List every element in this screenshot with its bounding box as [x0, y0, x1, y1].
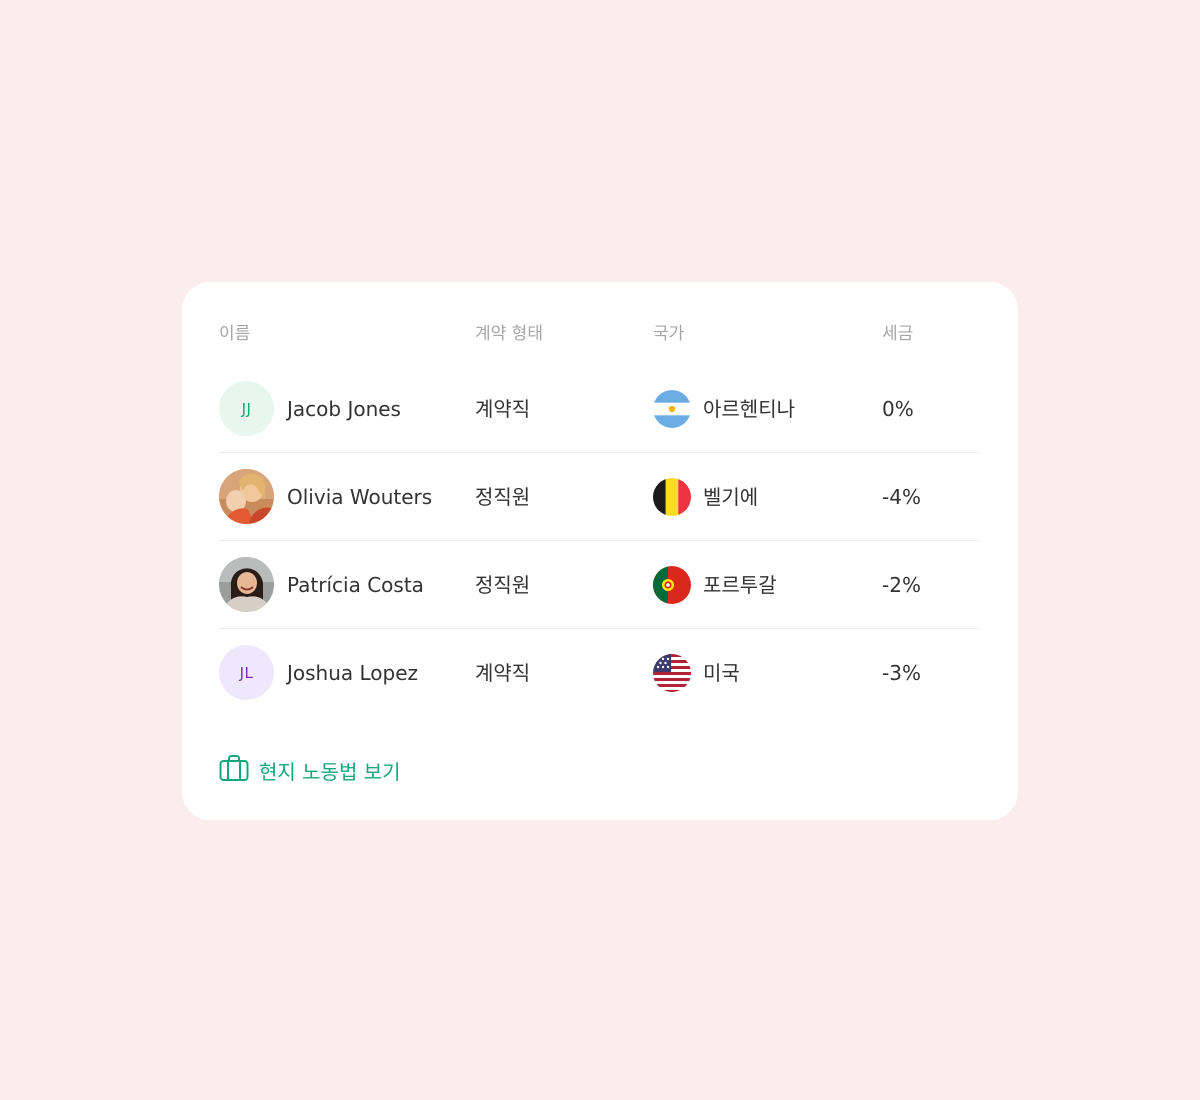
header-contract-type: 계약 형태 — [475, 324, 543, 344]
table-header: 이름 계약 형태 국가 세금 — [0, 322, 1200, 346]
belgium-flag-icon — [653, 478, 691, 516]
country-name: 벨기에 — [703, 485, 759, 509]
portugal-flag-icon — [653, 566, 691, 604]
header-name: 이름 — [219, 324, 251, 344]
header-tax: 세금 — [882, 324, 914, 344]
tax-rate: 0% — [882, 397, 914, 421]
table-row[interactable]: JL Joshua Lopez 계약직 미국 -3% — [0, 629, 1200, 717]
table-row[interactable]: Patrícia Costa 정직원 포르투갈 -2% — [0, 541, 1200, 629]
contract-type: 정직원 — [475, 485, 531, 509]
tax-rate: -4% — [882, 485, 921, 509]
employee-name: Patrícia Costa — [287, 573, 424, 597]
employee-name: Jacob Jones — [287, 397, 401, 421]
tax-rate: -2% — [882, 573, 921, 597]
tax-rate: -3% — [882, 661, 921, 685]
avatar-initials: JL — [239, 663, 254, 682]
avatar: JL — [219, 645, 274, 700]
employee-name: Olivia Wouters — [287, 485, 433, 509]
avatar: JJ — [219, 381, 274, 436]
view-local-labor-law-link[interactable]: 현지 노동법 보기 — [219, 754, 401, 786]
contract-type: 정직원 — [475, 573, 531, 597]
contract-type: 계약직 — [475, 397, 531, 421]
avatar-initials: JJ — [241, 399, 252, 418]
header-country: 국가 — [653, 324, 685, 344]
briefcase-icon — [219, 754, 249, 787]
country-name: 미국 — [703, 661, 740, 685]
usa-flag-icon — [653, 654, 691, 692]
country-name: 아르헨티나 — [703, 397, 795, 421]
employee-name: Joshua Lopez — [287, 661, 419, 685]
table-row[interactable]: Olivia Wouters 정직원 벨기에 -4% — [0, 453, 1200, 541]
avatar — [219, 469, 274, 524]
avatar — [219, 557, 274, 612]
table-row[interactable]: JJ Jacob Jones 계약직 아르헨티나 0% — [0, 365, 1200, 453]
country-name: 포르투갈 — [703, 573, 777, 597]
view-local-labor-law-label: 현지 노동법 보기 — [259, 759, 401, 784]
contract-type: 계약직 — [475, 661, 531, 685]
argentina-flag-icon — [653, 390, 691, 428]
